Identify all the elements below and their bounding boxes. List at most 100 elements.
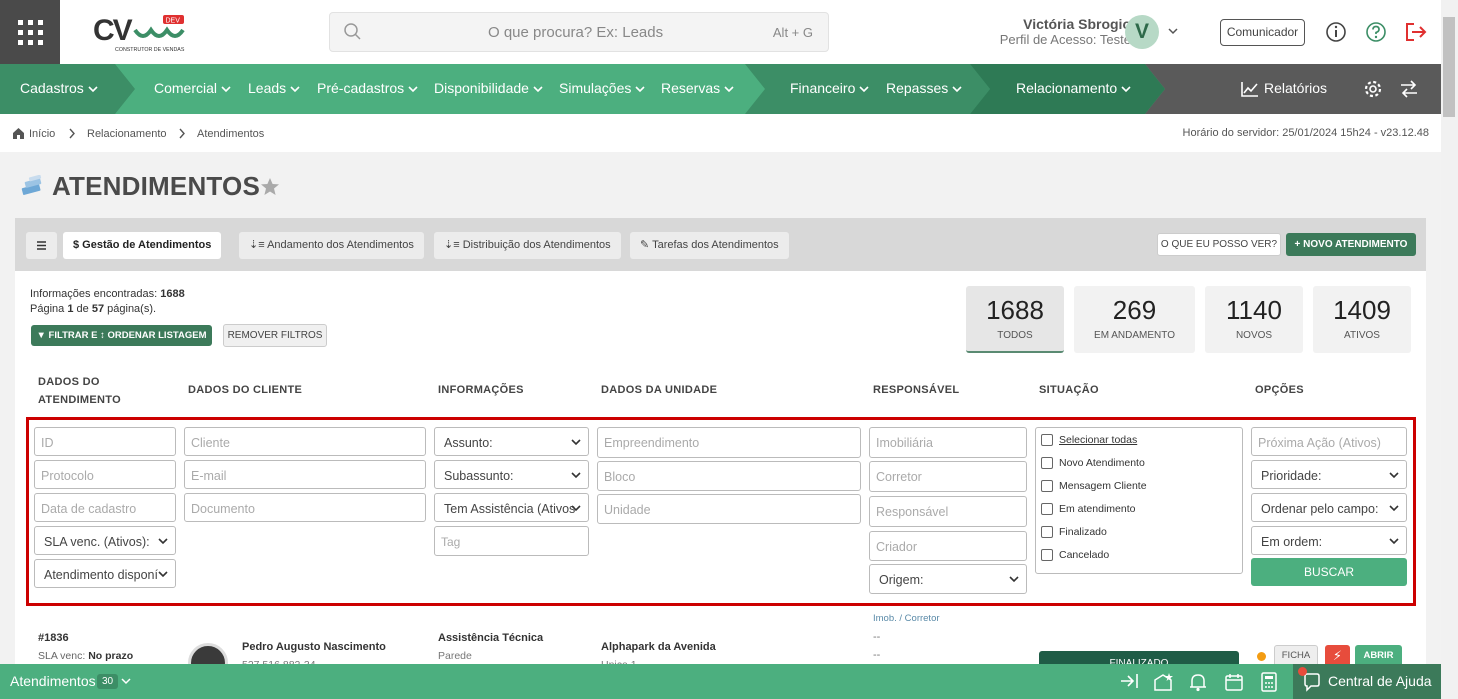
swap-icon[interactable] (1399, 79, 1419, 99)
svg-text:CV: CV (93, 14, 133, 47)
tab-andamento[interactable]: ⇣≡ Andamento dos Atendimentos (239, 232, 424, 259)
chart-line-icon (1241, 82, 1258, 98)
tab-gestao[interactable]: $ Gestão de Atendimentos (63, 232, 222, 259)
people-star-icon[interactable] (1153, 672, 1175, 692)
notification-dot (1298, 667, 1307, 676)
logout-icon[interactable] (1404, 21, 1428, 43)
stat-todos[interactable]: 1688 TODOS (966, 286, 1064, 353)
responsavel-field[interactable]: Responsável (869, 496, 1027, 527)
chevron-down-icon (1389, 472, 1399, 479)
avatar[interactable]: V (1125, 15, 1159, 49)
nav-reservas[interactable]: Reservas (661, 80, 734, 96)
nav-comercial[interactable]: Comercial (154, 80, 231, 96)
calculator-icon[interactable] (1260, 672, 1278, 692)
sla-select[interactable]: SLA venc. (Ativos): (34, 526, 176, 555)
stat-ativos[interactable]: 1409 ATIVOS (1313, 286, 1411, 353)
stat-em-andamento[interactable]: 269 EM ANDAMENTO (1074, 286, 1195, 353)
bell-icon[interactable] (1189, 672, 1207, 692)
row-sla: SLA venc: No prazo (38, 650, 134, 662)
star-icon[interactable] (260, 177, 280, 196)
communicator-button[interactable]: Comunicador (1220, 19, 1305, 46)
client-name[interactable]: Pedro Augusto Nascimento (242, 641, 386, 653)
logo[interactable]: CV DEV CONSTRUTOR DE VENDAS (93, 12, 188, 54)
row-id[interactable]: #1836 (38, 632, 69, 644)
server-time: Horário do servidor: 25/01/2024 15h24 - … (1182, 127, 1429, 139)
checkbox-selecionar-todas[interactable]: Selecionar todas (1041, 434, 1137, 447)
atendimento-disponivel-select[interactable]: Atendimento disponí (34, 559, 176, 588)
checkbox-finalizado[interactable]: Finalizado (1041, 526, 1107, 539)
calendar-icon[interactable] (1224, 672, 1244, 692)
col-informacoes: INFORMAÇÕES (438, 384, 524, 396)
checkbox-mensagem-cliente[interactable]: Mensagem Cliente (1041, 480, 1147, 493)
bloco-field[interactable]: Bloco (597, 461, 861, 491)
info-icon[interactable] (1325, 21, 1347, 43)
cliente-field[interactable]: Cliente (184, 427, 426, 456)
checkbox-cancelado[interactable]: Cancelado (1041, 549, 1109, 562)
help-center-button[interactable]: Central de Ajuda (1293, 664, 1441, 699)
gear-icon[interactable] (1363, 79, 1383, 99)
nav-cadastros[interactable]: Cadastros (20, 80, 98, 96)
imobiliaria-field[interactable]: Imobiliária (869, 427, 1027, 458)
new-atendimento-button[interactable]: + NOVO ATENDIMENTO (1286, 233, 1416, 256)
ordenar-select[interactable]: Ordenar pelo campo: (1251, 493, 1407, 522)
assistencia-select[interactable]: Tem Assistência (Ativos (434, 493, 589, 522)
data-cadastro-field[interactable]: Data de cadastro (34, 493, 176, 522)
breadcrumb-home[interactable]: Início (29, 128, 55, 140)
protocolo-field[interactable]: Protocolo (34, 460, 176, 489)
menu-toggle-button[interactable] (26, 232, 57, 259)
tab-distribuicao[interactable]: ⇣≡ Distribuição dos Atendimentos (434, 232, 621, 259)
corretor-field[interactable]: Corretor (869, 461, 1027, 492)
checkbox-em-atendimento[interactable]: Em atendimento (1041, 503, 1135, 516)
em-ordem-select[interactable]: Em ordem: (1251, 526, 1407, 555)
apps-grid-icon[interactable] (0, 0, 60, 64)
chevron-down-icon[interactable] (1167, 24, 1179, 38)
nav-disponibilidade[interactable]: Disponibilidade (434, 80, 543, 96)
col-responsavel: RESPONSÁVEL (873, 384, 960, 396)
row-subject: Assistência Técnica (438, 632, 544, 644)
remove-filters-button[interactable]: REMOVER FILTROS (223, 324, 327, 347)
row-corretor: -- (873, 649, 881, 661)
buscar-button[interactable]: BUSCAR (1251, 558, 1407, 586)
bottom-module-label[interactable]: Atendimentos (10, 673, 96, 689)
unidade-field[interactable]: Unidade (597, 494, 861, 524)
chevron-down-icon (158, 538, 168, 545)
nav-relacionamento[interactable]: Relacionamento (1016, 80, 1131, 96)
help-icon[interactable] (1365, 21, 1387, 43)
proxima-acao-field[interactable]: Próxima Ação (Ativos) (1251, 427, 1407, 456)
nav-relatorios[interactable]: Relatórios (1241, 80, 1327, 98)
tag-field[interactable]: Tag (434, 526, 589, 556)
scrollbar[interactable] (1441, 0, 1458, 699)
nav-pre-cadastros[interactable]: Pré-cadastros (317, 80, 418, 96)
collapse-right-icon[interactable] (1119, 672, 1139, 690)
row-unit: Alphapark da Avenida (601, 641, 716, 653)
empreendimento-field[interactable]: Empreendimento (597, 427, 861, 458)
breadcrumb-relacionamento[interactable]: Relacionamento (87, 128, 167, 140)
email-field[interactable]: E-mail (184, 460, 426, 489)
user-name[interactable]: Victória Sbrogio (1023, 16, 1131, 32)
row-resp-label: Imob. / Corretor (873, 613, 940, 624)
documento-field[interactable]: Documento (184, 493, 426, 522)
nav-repasses[interactable]: Repasses (886, 80, 962, 96)
what-can-i-see-button[interactable]: O QUE EU POSSO VER? (1157, 233, 1281, 256)
criador-field[interactable]: Criador (869, 531, 1027, 561)
nav-simulacoes[interactable]: Simulações (559, 80, 645, 96)
tab-tarefas[interactable]: ✎ Tarefas dos Atendimentos (630, 232, 789, 259)
sort-icon: ⇣≡ (249, 239, 268, 251)
stat-novos[interactable]: 1140 NOVOS (1205, 286, 1303, 353)
prioridade-select[interactable]: Prioridade: (1251, 460, 1407, 489)
origem-select[interactable]: Origem: (869, 564, 1027, 594)
checkbox-novo-atendimento[interactable]: Novo Atendimento (1041, 457, 1145, 470)
nav-leads[interactable]: Leads (248, 80, 300, 96)
atendimentos-icon (21, 175, 42, 195)
chevron-down-icon[interactable] (121, 676, 131, 686)
chevron-down-icon (1389, 505, 1399, 512)
lightning-icon: ⚡ (1332, 648, 1343, 663)
assunto-select[interactable]: Assunto: (434, 427, 589, 456)
search-input[interactable]: O que procura? Ex: Leads Alt + G (329, 12, 829, 52)
plus-icon: + (1294, 239, 1304, 250)
scrollbar-thumb[interactable] (1443, 17, 1455, 117)
nav-financeiro[interactable]: Financeiro (790, 80, 869, 96)
subassunto-select[interactable]: Subassunto: (434, 460, 589, 489)
filter-order-button[interactable]: ▼ FILTRAR E ↕ ORDENAR LISTAGEM (31, 325, 212, 346)
id-field[interactable]: ID (34, 427, 176, 456)
